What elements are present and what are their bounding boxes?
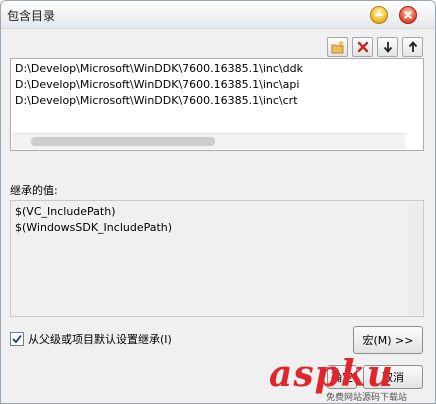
delete-line-button[interactable] — [352, 37, 373, 57]
move-down-icon — [383, 42, 392, 53]
watermark-subtitle: 免费网站源码下载站 — [326, 393, 408, 403]
macro-button[interactable]: 宏(M) >> — [353, 326, 423, 354]
move-down-button[interactable] — [377, 37, 398, 57]
inherit-checkbox-row[interactable]: 从父级或项目默认设置继承(I) — [10, 331, 172, 347]
list-item[interactable]: D:\Develop\Microsoft\WinDDK\7600.16385.1… — [15, 62, 303, 75]
list-item[interactable]: D:\Develop\Microsoft\WinDDK\7600.16385.1… — [15, 94, 298, 107]
horizontal-scrollbar[interactable] — [12, 133, 405, 149]
vertical-scrollbar[interactable] — [407, 202, 422, 315]
title-bar: 包含目录 — [1, 1, 435, 29]
list-item[interactable]: D:\Develop\Microsoft\WinDDK\7600.16385.1… — [15, 78, 299, 91]
move-up-icon — [408, 41, 417, 52]
window-title: 包含目录 — [7, 9, 56, 23]
close-button[interactable] — [399, 6, 417, 24]
inherited-values-list: $(VC_IncludePath) $(WindowsSDK_IncludePa… — [10, 200, 424, 317]
include-directories-dialog: 包含目录 D:\Develop\Microsoft\WinDDK\7600.16… — [0, 0, 436, 404]
new-line-button[interactable] — [327, 37, 348, 57]
move-up-button[interactable] — [402, 37, 423, 57]
list-item: $(VC_IncludePath) — [15, 205, 116, 218]
directory-list[interactable]: D:\Develop\Microsoft\WinDDK\7600.16385.1… — [10, 58, 424, 151]
list-item: $(WindowsSDK_IncludePath) — [15, 221, 173, 234]
scrollbar-thumb[interactable] — [31, 137, 215, 146]
inherited-values-label: 继承的值: — [10, 184, 58, 197]
checkmark-icon — [12, 334, 22, 344]
minimize-button[interactable] — [370, 6, 388, 24]
delete-icon — [357, 41, 368, 53]
watermark-logo: aspku — [269, 353, 394, 395]
inherit-checkbox-label: 从父级或项目默认设置继承(I) — [28, 333, 172, 346]
new-folder-icon — [331, 40, 344, 53]
inherit-checkbox[interactable] — [10, 332, 24, 346]
